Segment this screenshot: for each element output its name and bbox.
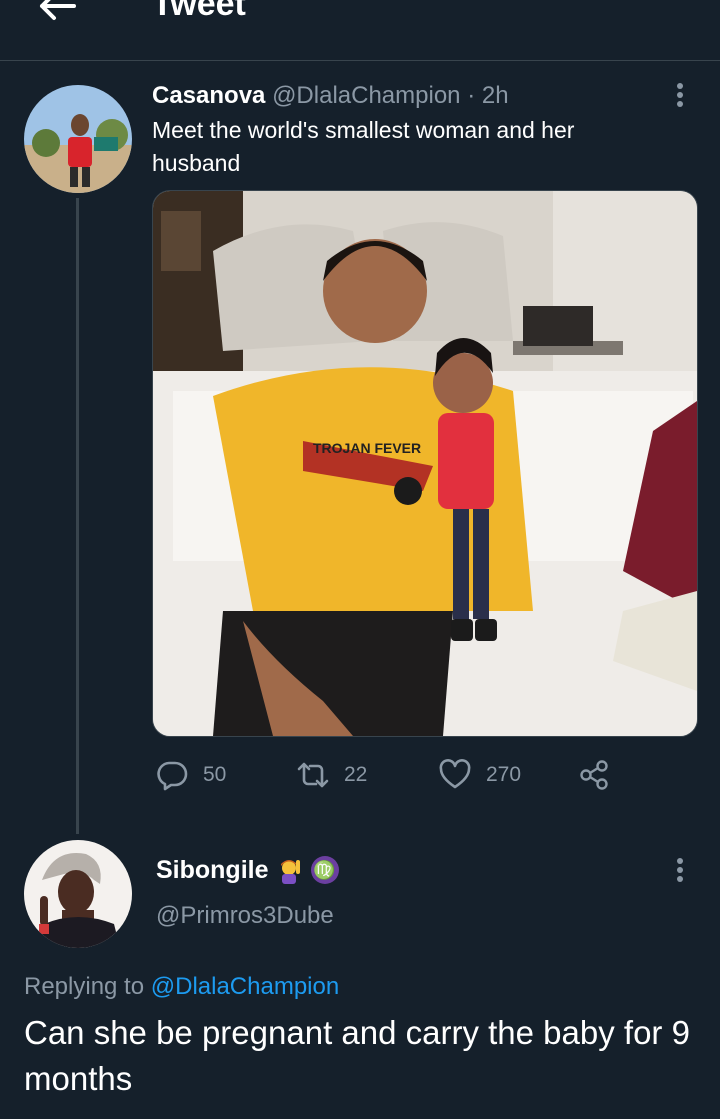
replying-prefix: Replying to bbox=[24, 973, 145, 1000]
author-name[interactable]: Casanova bbox=[152, 82, 265, 109]
top-bar: Tweet bbox=[0, 0, 720, 61]
page-title: Tweet bbox=[152, 0, 246, 23]
reply-author-handle[interactable]: @Primros3Dube bbox=[156, 900, 334, 932]
share-action[interactable] bbox=[578, 758, 612, 792]
tweet-time[interactable]: 2h bbox=[482, 82, 509, 109]
tweet-header: Casanova @DlalaChampion · 2h bbox=[152, 80, 509, 112]
reply-count: 50 bbox=[203, 763, 227, 786]
arrow-left-icon[interactable] bbox=[34, 0, 78, 26]
more-options-icon[interactable] bbox=[673, 80, 687, 110]
retweet-icon bbox=[297, 762, 329, 788]
reply-author-avatar[interactable] bbox=[24, 840, 132, 948]
like-count: 270 bbox=[486, 763, 522, 786]
retweet-action[interactable]: 22 bbox=[296, 758, 367, 792]
reply-action[interactable]: 50 bbox=[155, 758, 226, 792]
reply-author-name-row[interactable]: Sibongile ♍ bbox=[156, 853, 339, 887]
woman-raising-hand-emoji bbox=[277, 856, 305, 884]
author-handle[interactable]: @DlalaChampion bbox=[272, 82, 460, 109]
separator-dot: · bbox=[467, 82, 476, 109]
author-avatar[interactable] bbox=[24, 85, 132, 193]
reply-icon bbox=[157, 761, 188, 791]
virgo-emoji: ♍ bbox=[310, 856, 339, 884]
like-action[interactable]: 270 bbox=[438, 758, 521, 792]
share-icon bbox=[580, 760, 608, 790]
reply-more-options-icon[interactable] bbox=[673, 855, 687, 885]
retweet-count: 22 bbox=[344, 763, 368, 786]
tweet-text: Meet the world's smallest woman and her … bbox=[152, 117, 575, 176]
replying-to-link[interactable]: @DlalaChampion bbox=[151, 973, 339, 1000]
thread-connector-line bbox=[76, 198, 79, 834]
replying-to: Replying to @DlalaChampion bbox=[24, 970, 339, 1004]
reply-author-name: Sibongile bbox=[156, 856, 269, 884]
reply-text: Can she be pregnant and carry the baby f… bbox=[24, 1014, 690, 1097]
tweet-photo[interactable]: TROJAN FEVER bbox=[152, 190, 698, 737]
heart-icon bbox=[439, 759, 471, 789]
shirt-text: TROJAN FEVER bbox=[313, 440, 421, 456]
